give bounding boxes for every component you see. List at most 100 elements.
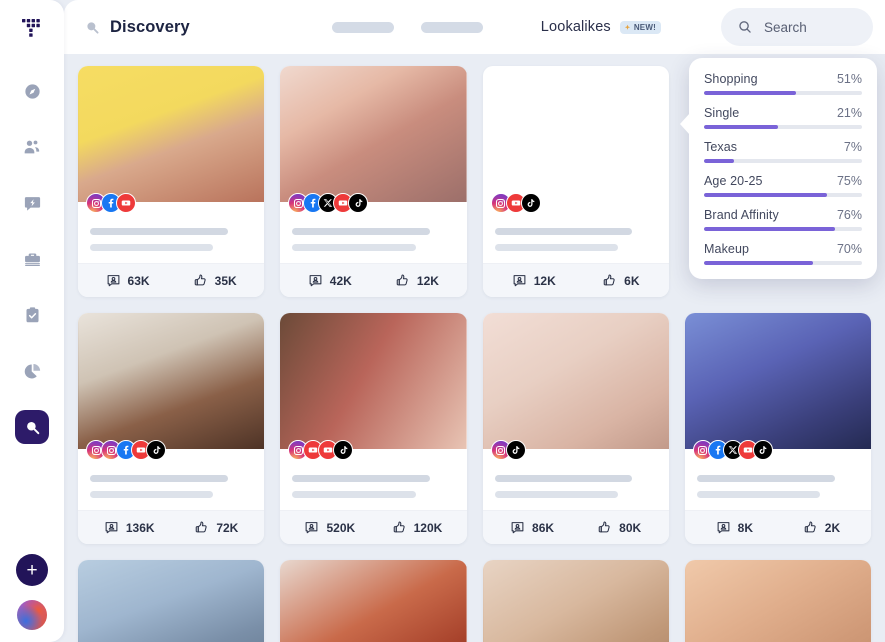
new-badge-label: NEW! xyxy=(633,22,656,32)
status-badge: NEW! xyxy=(619,20,661,34)
thumbs-up-icon xyxy=(392,520,407,535)
sidebar-item-analytics[interactable] xyxy=(15,354,49,388)
tiktok-icon[interactable] xyxy=(505,440,526,460)
creator-name-placeholder xyxy=(292,475,431,482)
profile-icon xyxy=(304,520,319,535)
likes-stat: 72K xyxy=(194,520,238,535)
creator-stats: 63K 35K xyxy=(78,263,265,297)
lookalikes-tab[interactable]: Lookalikes NEW! xyxy=(541,19,661,35)
insight-value: 51% xyxy=(836,72,862,86)
followers-count: 136K xyxy=(125,520,155,535)
search-icon xyxy=(737,19,753,35)
thumbs-up-icon xyxy=(597,520,612,535)
followers-count: 520K xyxy=(326,520,356,535)
creator-photo xyxy=(280,66,467,213)
social-network-badges xyxy=(692,440,773,460)
tiktok-icon[interactable] xyxy=(752,440,773,460)
followers-stat: 8K xyxy=(716,520,753,535)
creator-card-1[interactable]: 63K 35K xyxy=(78,66,265,297)
insight-label: Brand Affinity xyxy=(704,208,779,222)
likes-count: 72K xyxy=(216,520,239,535)
creator-photo xyxy=(684,560,871,642)
creator-card-9[interactable] xyxy=(78,560,265,642)
sidebar-item-discovery[interactable] xyxy=(15,410,49,444)
thumbs-up-icon xyxy=(602,273,617,288)
social-network-badges xyxy=(86,193,136,213)
likes-count: 35K xyxy=(214,273,237,288)
creator-card-11[interactable] xyxy=(482,560,669,642)
sidebar-item-creators[interactable] xyxy=(15,130,49,164)
likes-count: 6K xyxy=(624,273,640,288)
sidebar-item-brands[interactable] xyxy=(15,242,49,276)
creator-desc-placeholder xyxy=(292,491,416,498)
social-network-badges xyxy=(288,440,354,460)
insight-progress-track xyxy=(704,159,862,163)
sidebar-item-campaigns[interactable] xyxy=(15,186,49,220)
sidebar-nav xyxy=(0,74,64,444)
tiktok-icon[interactable] xyxy=(146,440,166,460)
insight-progress-fill xyxy=(704,261,814,265)
insight-value: 75% xyxy=(836,174,862,188)
creator-stats: 86K 80K xyxy=(482,510,669,544)
insight-progress-track xyxy=(704,193,862,197)
creator-name-placeholder xyxy=(696,475,835,482)
creator-card-8[interactable]: 8K 2K xyxy=(684,313,871,544)
creator-name-placeholder xyxy=(90,228,228,235)
creator-photo xyxy=(78,313,265,460)
likes-count: 80K xyxy=(619,520,642,535)
creator-stats: 136K 72K xyxy=(78,510,265,544)
followers-stat: 136K xyxy=(104,520,155,535)
likes-stat: 120K xyxy=(392,520,443,535)
creator-desc-placeholder xyxy=(494,244,618,251)
lookalikes-label: Lookalikes xyxy=(540,19,611,35)
followers-count: 86K xyxy=(532,520,555,535)
insight-label: Single xyxy=(704,106,740,120)
insight-value: 7% xyxy=(843,140,862,154)
topbar: Discovery Lookalikes NEW! Search xyxy=(64,0,885,54)
users-icon xyxy=(22,137,42,157)
sidebar-item-discover[interactable] xyxy=(15,74,49,108)
sidebar-item-tasks[interactable] xyxy=(15,298,49,332)
likes-stat: 12K xyxy=(395,273,439,288)
app-root: + Discovery Lookalikes NEW! Search 63K 3… xyxy=(0,0,885,642)
likes-count: 120K xyxy=(413,520,443,535)
insight-progress-fill xyxy=(704,125,779,129)
search-placeholder: Search xyxy=(764,19,807,35)
creator-desc-placeholder xyxy=(696,491,821,498)
briefcase-icon xyxy=(23,250,42,269)
creator-desc-placeholder xyxy=(494,491,618,498)
user-avatar[interactable] xyxy=(17,600,47,630)
creator-card-6[interactable]: 520K 120K xyxy=(280,313,467,544)
insight-progress-fill xyxy=(704,159,735,163)
creator-card-3[interactable]: 12K 6K xyxy=(482,66,669,297)
social-network-badges xyxy=(490,193,541,213)
followers-count: 63K xyxy=(127,273,150,288)
thumbs-up-icon xyxy=(194,520,209,535)
insight-row: Makeup 70% xyxy=(704,242,862,265)
add-button[interactable]: + xyxy=(16,554,48,586)
creator-name-placeholder xyxy=(292,228,431,235)
creator-photo xyxy=(78,66,265,213)
followers-stat: 42K xyxy=(308,273,352,288)
creator-photo xyxy=(280,560,467,642)
creator-stats: 12K 6K xyxy=(482,263,669,297)
likes-stat: 2K xyxy=(803,520,840,535)
followers-count: 42K xyxy=(329,273,352,288)
insight-progress-track xyxy=(704,91,862,95)
profile-icon xyxy=(104,520,119,535)
creator-card-10[interactable] xyxy=(280,560,467,642)
likes-stat: 80K xyxy=(597,520,641,535)
insight-row: Texas 7% xyxy=(704,140,862,163)
profile-icon xyxy=(512,273,527,288)
creator-name-placeholder xyxy=(494,475,633,482)
creator-card-12[interactable] xyxy=(684,560,871,642)
tiktok-icon[interactable] xyxy=(520,193,541,213)
youtube-icon[interactable] xyxy=(116,193,136,213)
app-logo-t[interactable] xyxy=(16,12,48,44)
creator-card-2[interactable]: 42K 12K xyxy=(280,66,467,297)
profile-icon xyxy=(308,273,323,288)
insight-row: Shopping 51% xyxy=(704,72,862,95)
search-input[interactable]: Search xyxy=(721,8,873,46)
creator-card-7[interactable]: 86K 80K xyxy=(482,313,669,544)
creator-card-5[interactable]: 136K 72K xyxy=(78,313,265,544)
